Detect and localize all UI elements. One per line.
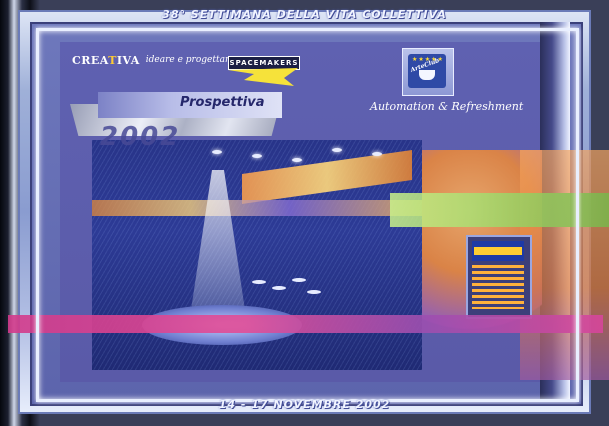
- yellow-swoosh-icon: [228, 68, 298, 86]
- heading: Prospettiva: [180, 95, 265, 110]
- event-dates: 14 - 17 NOVEMBRE 2002: [218, 398, 391, 411]
- creativa-tagline: ideare e progettare: [145, 55, 235, 65]
- glow-border: [36, 28, 579, 402]
- event-title: 38° SETTIMANA DELLA VITA COLLETTIVA: [162, 8, 447, 21]
- year: 2002: [100, 122, 181, 152]
- coffee-cup-logo: ★★★★★ ArteClub: [408, 54, 446, 88]
- poster: 38° SETTIMANA DELLA VITA COLLETTIVA 14 -…: [0, 0, 609, 426]
- slogan: Automation & Refreshment: [370, 100, 524, 113]
- creativa-wordmark: CREATIVA: [72, 53, 140, 67]
- creativa-logo: CREATIVA ideare e progettare: [72, 52, 235, 68]
- spacemakers-logo: SPACEMAKERS: [224, 52, 302, 86]
- cup-icon: [419, 70, 435, 80]
